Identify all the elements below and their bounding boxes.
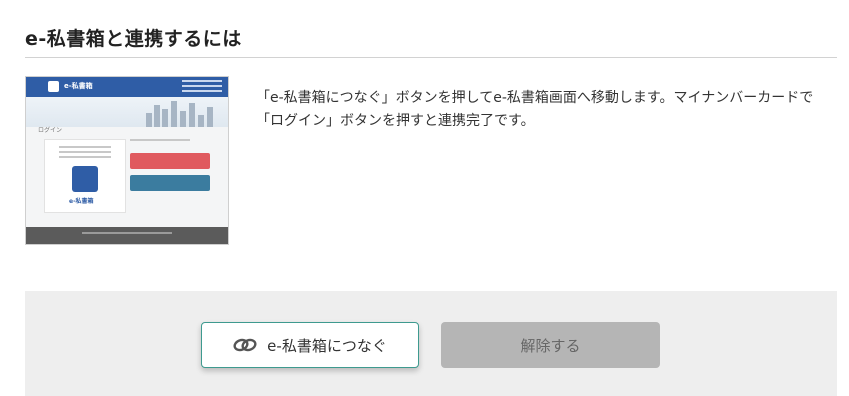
- instruction-text: 「e-私書箱につなぐ」ボタンを押してe-私書箱画面へ移動します。マイナンバーカー…: [256, 90, 814, 129]
- action-panel: e-私書箱につなぐ 解除する: [25, 291, 837, 396]
- thumbnail-login-heading: [130, 139, 190, 141]
- connect-button-label: e-私書箱につなぐ: [267, 336, 387, 355]
- unlink-button-label: 解除する: [520, 336, 581, 355]
- thumbnail-mynumber-button: [130, 153, 210, 169]
- link-icon: [233, 338, 257, 352]
- thumbnail-box-icon: [72, 166, 98, 192]
- thumbnail-logo-text: e-私書箱: [64, 82, 93, 90]
- connect-e-shishobako-button[interactable]: e-私書箱につなぐ: [201, 322, 419, 368]
- e-shishobako-screenshot-thumbnail: e-私書箱 ログイン e-私書箱: [25, 76, 229, 245]
- thumbnail-login-title: ログイン: [38, 127, 63, 134]
- thumbnail-account-button: [130, 175, 210, 191]
- unlink-button[interactable]: 解除する: [441, 322, 660, 368]
- thumbnail-logo-icon: [48, 81, 59, 92]
- thumbnail-header: e-私書箱: [26, 77, 228, 97]
- thumbnail-banner: ログイン: [26, 97, 228, 134]
- thumbnail-menu-icon: [182, 80, 222, 94]
- thumbnail-footer: [26, 227, 228, 244]
- thumbnail-info-card: e-私書箱: [44, 139, 126, 213]
- thumbnail-box-label: e-私書箱: [69, 198, 94, 205]
- section-divider: [25, 57, 837, 58]
- section-title: e-私書箱と連携するには: [25, 28, 242, 50]
